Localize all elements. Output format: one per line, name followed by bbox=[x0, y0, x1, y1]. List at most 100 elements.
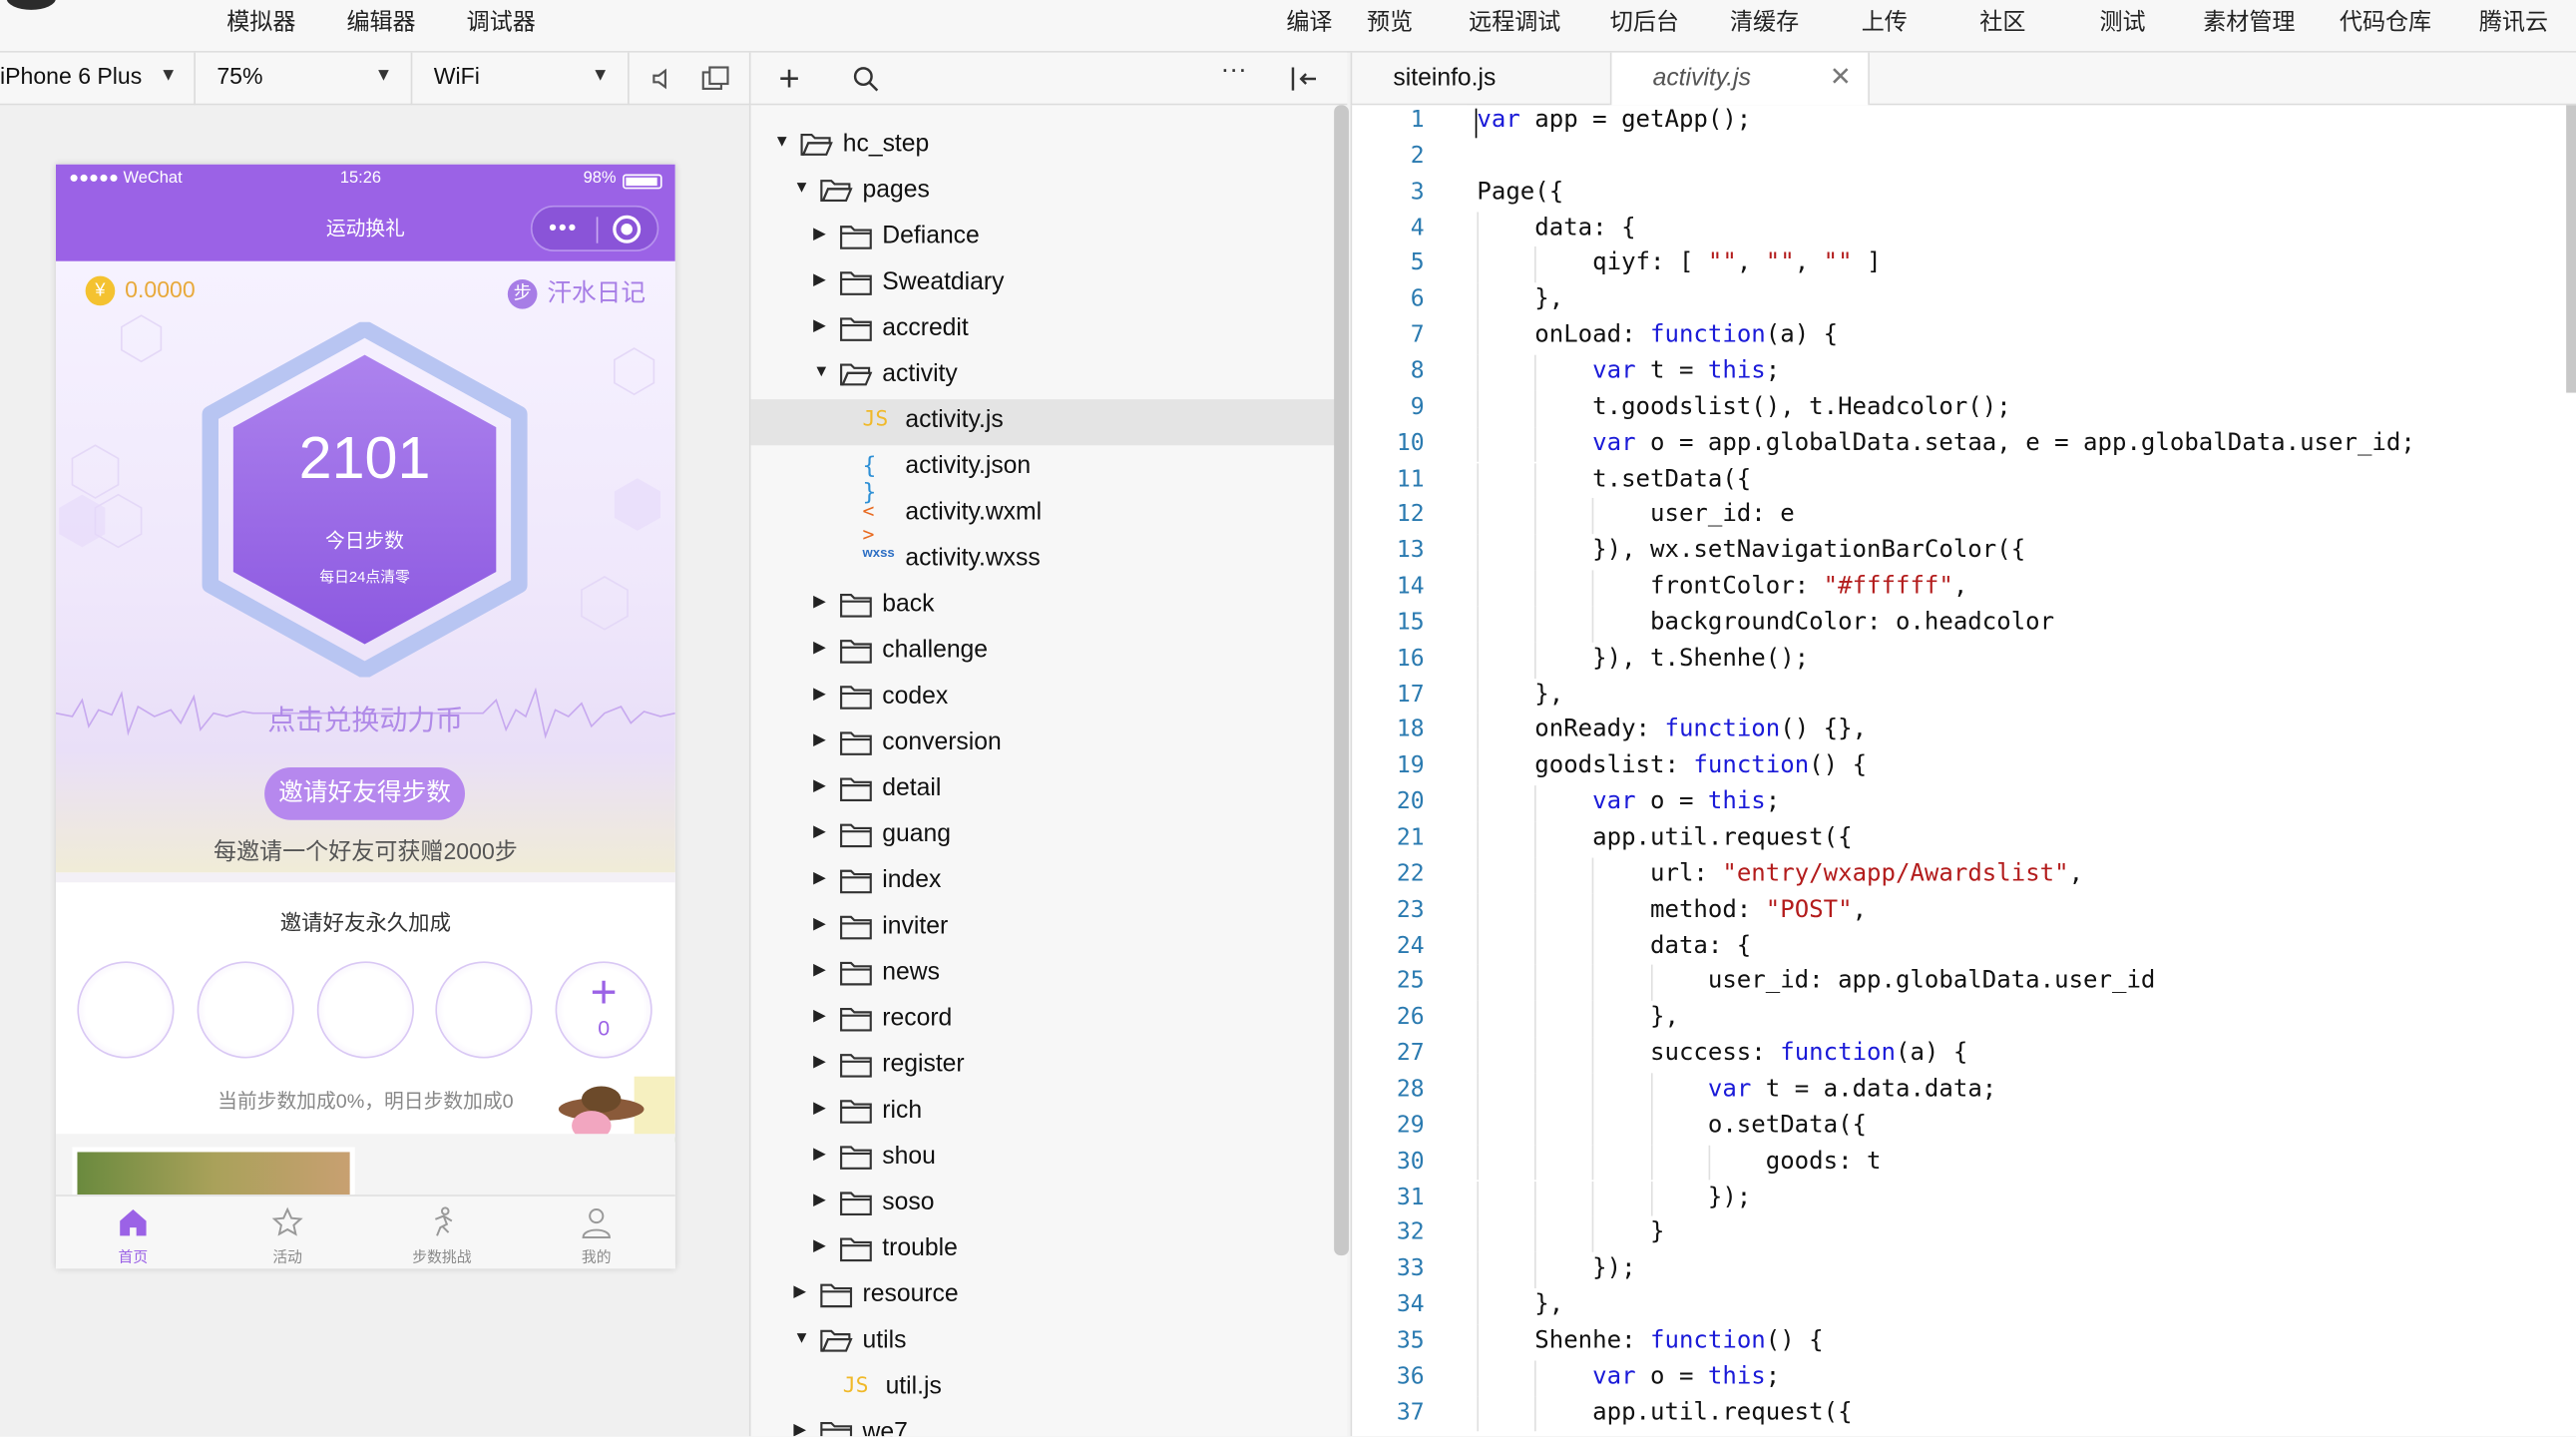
chevron-right-icon[interactable]: ▶ bbox=[813, 686, 826, 704]
chevron-right-icon[interactable]: ▶ bbox=[813, 823, 826, 841]
menu-tencent-cloud[interactable]: 腾讯云 bbox=[2479, 5, 2548, 38]
chevron-right-icon[interactable]: ▶ bbox=[813, 1192, 826, 1209]
add-file-icon[interactable]: + bbox=[779, 58, 800, 101]
tree-folder[interactable]: ▶ guang bbox=[751, 813, 1348, 859]
menu-compile[interactable]: 编译 bbox=[1286, 5, 1332, 38]
chevron-down-icon[interactable]: ▼ bbox=[793, 1329, 809, 1347]
tab-siteinfo-js[interactable]: siteinfo.js bbox=[1352, 53, 1611, 106]
tree-file[interactable]: wxss activity.wxss bbox=[751, 537, 1348, 583]
tree-folder[interactable]: ▶ we7 bbox=[751, 1412, 1348, 1437]
collapse-panel-icon[interactable] bbox=[1290, 66, 1320, 92]
tree-folder[interactable]: ▼ activity bbox=[751, 353, 1348, 399]
speaker-icon[interactable] bbox=[650, 68, 673, 91]
tree-folder[interactable]: ▶ conversion bbox=[751, 721, 1348, 767]
tree-folder[interactable]: ▶ accredit bbox=[751, 307, 1348, 353]
tree-folder[interactable]: ▶ detail bbox=[751, 767, 1348, 813]
tree-folder[interactable]: ▼ hc_step bbox=[751, 124, 1348, 170]
menu-debugger[interactable]: 调试器 bbox=[467, 5, 536, 38]
tree-folder[interactable]: ▶ soso bbox=[751, 1182, 1348, 1227]
tree-folder[interactable]: ▼ utils bbox=[751, 1319, 1348, 1365]
file-tree-scrollbar[interactable] bbox=[1334, 105, 1349, 1256]
device-select[interactable]: iPhone 6 Plus ▼ bbox=[0, 63, 178, 89]
close-icon[interactable]: ✕ bbox=[1830, 53, 1852, 106]
tree-folder[interactable]: ▶ register bbox=[751, 1044, 1348, 1090]
chevron-right-icon[interactable]: ▶ bbox=[813, 640, 826, 658]
network-select[interactable]: WiFi ▼ bbox=[434, 63, 610, 89]
tree-file[interactable]: { } activity.json bbox=[751, 445, 1348, 506]
tree-folder[interactable]: ▶ record bbox=[751, 998, 1348, 1044]
sweat-diary-link[interactable]: 步汗水日记 bbox=[507, 274, 645, 309]
chevron-right-icon[interactable]: ▶ bbox=[813, 271, 826, 289]
menu-community[interactable]: 社区 bbox=[1979, 5, 2025, 38]
menu-test[interactable]: 测试 bbox=[2099, 5, 2145, 38]
tree-folder[interactable]: ▶ Sweatdiary bbox=[751, 261, 1348, 307]
chevron-right-icon[interactable]: ▶ bbox=[813, 961, 826, 979]
menu-background[interactable]: 切后台 bbox=[1610, 5, 1679, 38]
search-icon[interactable] bbox=[853, 66, 879, 92]
more-icon[interactable]: ••• bbox=[549, 214, 578, 240]
menu-editor[interactable]: 编辑器 bbox=[346, 5, 415, 38]
menu-clear-cache[interactable]: 清缓存 bbox=[1730, 5, 1799, 38]
menu-assets[interactable]: 素材管理 bbox=[2203, 5, 2295, 38]
invite-friends-button[interactable]: 邀请好友得步数 bbox=[264, 767, 466, 820]
zoom-select[interactable]: 75% ▼ bbox=[216, 63, 392, 89]
chevron-right-icon[interactable]: ▶ bbox=[813, 1237, 826, 1255]
chevron-right-icon[interactable]: ▶ bbox=[813, 593, 826, 611]
chevron-right-icon[interactable]: ▶ bbox=[813, 1146, 826, 1164]
tree-folder[interactable]: ▶ codex bbox=[751, 676, 1348, 721]
tree-folder[interactable]: ▶ rich bbox=[751, 1090, 1348, 1136]
tree-file[interactable]: JS activity.js bbox=[750, 399, 1348, 446]
editor-scrollbar[interactable] bbox=[2566, 105, 2576, 393]
chevron-right-icon[interactable]: ▶ bbox=[813, 1100, 826, 1118]
tree-folder[interactable]: ▶ trouble bbox=[751, 1227, 1348, 1273]
tab-mine[interactable]: 我的 bbox=[519, 1197, 673, 1268]
chevron-right-icon[interactable]: ▶ bbox=[813, 226, 826, 243]
friend-slot[interactable] bbox=[316, 961, 414, 1059]
tree-folder[interactable]: ▶ resource bbox=[751, 1273, 1348, 1319]
chevron-down-icon[interactable]: ▼ bbox=[813, 363, 829, 381]
close-circle-icon[interactable] bbox=[613, 215, 642, 243]
tree-file[interactable]: < > activity.wxml bbox=[751, 491, 1348, 546]
menu-upload[interactable]: 上传 bbox=[1862, 5, 1908, 38]
menu-remote-debug[interactable]: 远程调试 bbox=[1469, 5, 1560, 38]
tab-step-challenge[interactable]: 步数挑战 bbox=[365, 1197, 520, 1268]
tree-folder[interactable]: ▶ back bbox=[751, 584, 1348, 630]
tab-activity-js[interactable]: activity.js ✕ bbox=[1609, 52, 1870, 106]
chevron-down-icon[interactable]: ▼ bbox=[793, 179, 809, 197]
chevron-right-icon[interactable]: ▶ bbox=[813, 317, 826, 335]
menu-code-repo[interactable]: 代码仓库 bbox=[2340, 5, 2431, 38]
chevron-right-icon[interactable]: ▶ bbox=[813, 1054, 826, 1072]
menu-simulator[interactable]: 模拟器 bbox=[226, 5, 295, 38]
tree-folder[interactable]: ▶ Defiance bbox=[751, 216, 1348, 261]
goods-thumbnail[interactable] bbox=[72, 1147, 355, 1200]
tree-file[interactable]: JS util.js bbox=[751, 1365, 1348, 1411]
chevron-right-icon[interactable]: ▶ bbox=[813, 869, 826, 887]
more-icon[interactable]: ··· bbox=[1220, 56, 1246, 86]
steps-badge[interactable]: 2101 今日步数 每日24点清零 bbox=[188, 321, 543, 678]
chevron-down-icon[interactable]: ▼ bbox=[774, 133, 790, 151]
tree-folder[interactable]: ▶ shou bbox=[751, 1136, 1348, 1182]
friend-slot[interactable] bbox=[435, 961, 533, 1059]
chevron-right-icon[interactable]: ▶ bbox=[813, 915, 826, 933]
mini-program-capsule[interactable]: ••• bbox=[530, 205, 659, 251]
tree-folder[interactable]: ▶ news bbox=[751, 951, 1348, 997]
friend-slot[interactable] bbox=[197, 961, 294, 1059]
friend-slot[interactable] bbox=[77, 961, 175, 1059]
tab-activity[interactable]: 活动 bbox=[211, 1197, 365, 1268]
exchange-coins-link[interactable]: 点击兑换动力币 bbox=[56, 697, 675, 737]
tree-folder[interactable]: ▶ challenge bbox=[751, 630, 1348, 676]
add-friend-button[interactable]: + 0 bbox=[555, 961, 652, 1059]
chevron-right-icon[interactable]: ▶ bbox=[813, 777, 826, 795]
tab-home[interactable]: 首页 bbox=[56, 1197, 211, 1268]
wxss-file-icon: wxss bbox=[862, 545, 895, 561]
detach-window-icon[interactable] bbox=[701, 66, 731, 92]
chevron-right-icon[interactable]: ▶ bbox=[813, 1007, 826, 1025]
tree-folder[interactable]: ▶ inviter bbox=[751, 905, 1348, 951]
tree-folder[interactable]: ▶ index bbox=[751, 859, 1348, 905]
chevron-right-icon[interactable]: ▶ bbox=[793, 1283, 806, 1301]
code-editor[interactable]: 1 2 3 4 5 6 7 8 9 10 11 12 13 14 15 16 17 18 19 20 21 22 23 24 2… bbox=[1350, 105, 2576, 1437]
tree-folder[interactable]: ▼ pages bbox=[751, 170, 1348, 216]
menu-preview[interactable]: 预览 bbox=[1367, 5, 1413, 38]
chevron-right-icon[interactable]: ▶ bbox=[813, 731, 826, 749]
chevron-right-icon[interactable]: ▶ bbox=[793, 1421, 806, 1436]
